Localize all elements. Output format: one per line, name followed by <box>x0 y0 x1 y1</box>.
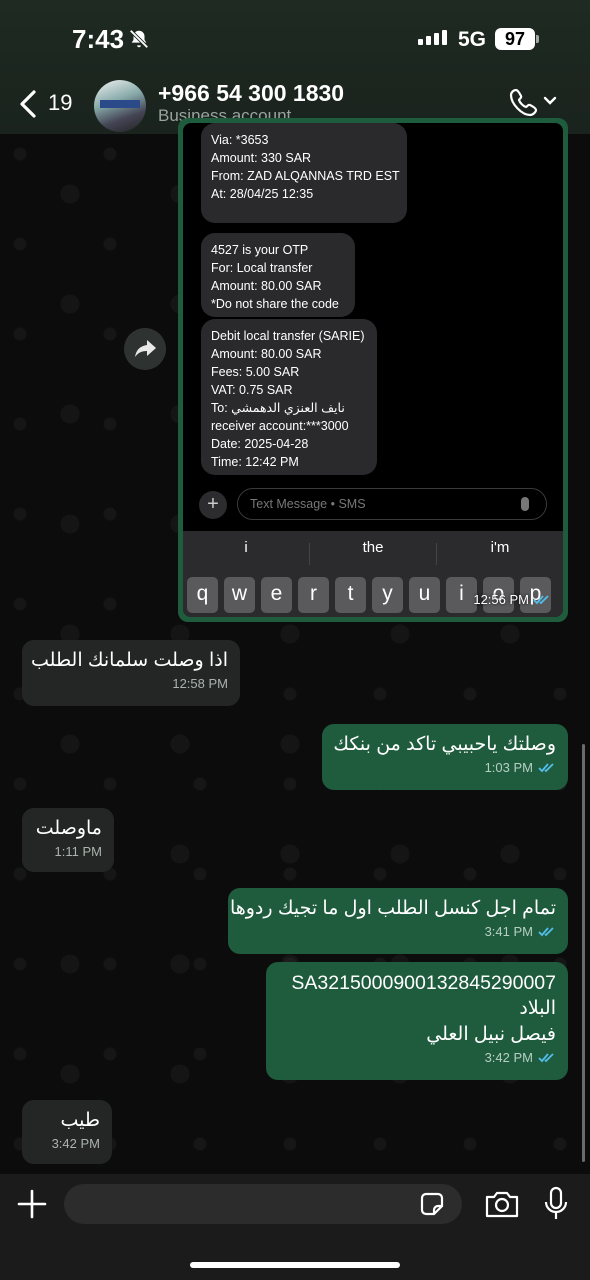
message-outgoing[interactable]: وصلتك ياحبيبي تاكد من بنكك 1:03 PM <box>322 724 568 790</box>
sms-input: Text Message • SMS <box>237 488 547 520</box>
message-text: ماوصلت <box>35 818 102 839</box>
sms-line: For: Local transfer <box>211 261 313 275</box>
voice-call-icon[interactable] <box>508 86 562 118</box>
sms-line: Time: 12:42 PM <box>211 455 299 469</box>
sms-input-row: + Text Message • SMS <box>183 485 563 525</box>
message-time: 3:41 PM <box>484 924 533 939</box>
sms-line: receiver account:***3000 <box>211 419 349 433</box>
key: e <box>261 577 292 613</box>
message-time: 3:42 PM <box>484 1050 533 1065</box>
message-meta: 3:42 PM <box>34 1136 100 1151</box>
forward-icon[interactable] <box>124 328 166 370</box>
message-meta: 1:11 PM <box>34 844 102 859</box>
unread-count[interactable]: 19 <box>48 90 72 116</box>
sms-bubble-2: 4527 is your OTP For: Local transfer Amo… <box>201 233 355 317</box>
key: w <box>224 577 255 613</box>
sms-plus-icon: + <box>199 491 227 519</box>
message-input[interactable] <box>64 1184 462 1224</box>
sms-line: 4527 is your OTP <box>211 243 309 257</box>
battery-tip <box>536 35 539 43</box>
battery-icon: 97 <box>495 28 535 50</box>
message-incoming[interactable]: ماوصلت 1:11 PM <box>22 808 114 872</box>
status-time: 7:43 <box>72 24 125 54</box>
message-meta: 3:42 PM <box>278 1050 556 1065</box>
message-time: 12:58 PM <box>172 676 228 691</box>
sms-line: Amount: 80.00 SAR <box>211 347 322 361</box>
message-time: 12:56 PM <box>473 592 529 607</box>
plus-icon[interactable] <box>16 1188 48 1220</box>
message-meta: 12:56 PM <box>473 592 551 607</box>
shared-screenshot: Via: *3653 Amount: 330 SAR From: ZAD ALQ… <box>183 123 563 617</box>
message-meta: 12:58 PM <box>34 676 228 691</box>
image-message[interactable]: Via: *3653 Amount: 330 SAR From: ZAD ALQ… <box>178 118 568 622</box>
read-ticks-icon <box>538 763 554 773</box>
contact-name[interactable]: +966 54 300 1830 <box>158 80 344 107</box>
sms-line: *Do not share the code <box>211 297 339 311</box>
sms-line: VAT: 0.75 SAR <box>211 383 293 397</box>
suggestion: the <box>362 539 384 556</box>
message-incoming[interactable]: طيب 3:42 PM <box>22 1100 112 1164</box>
sticker-icon[interactable] <box>418 1190 446 1218</box>
sms-mic-icon <box>521 497 529 511</box>
read-ticks-icon <box>538 1053 554 1063</box>
sms-bubble-1: Via: *3653 Amount: 330 SAR From: ZAD ALQ… <box>201 123 407 223</box>
key: y <box>372 577 403 613</box>
bell-off-icon <box>129 29 149 49</box>
top-bar: 7:43 5G 97 19 +966 54 300 1830 Business … <box>0 0 590 134</box>
message-text: وصلتك ياحبيبي تاكد من بنكك <box>333 734 556 755</box>
key: u <box>409 577 440 613</box>
message-text: تمام اجل كنسل الطلب اول ما تجيك ردوها <box>229 898 556 919</box>
sms-bubble-3: Debit local transfer (SARIE) Amount: 80.… <box>201 319 377 475</box>
message-time: 3:42 PM <box>51 1136 100 1151</box>
key: q <box>187 577 218 613</box>
sms-line: Amount: 330 SAR <box>211 151 312 165</box>
scrollbar[interactable] <box>582 744 585 1162</box>
message-text: اذا وصلت سلمانك الطلب <box>31 650 228 671</box>
sms-line: Debit local transfer (SARIE) <box>211 329 365 343</box>
network-type: 5G <box>458 28 487 51</box>
message-text: البلاد <box>519 998 556 1019</box>
camera-icon[interactable] <box>484 1188 520 1220</box>
key: r <box>298 577 329 613</box>
home-indicator <box>190 1262 400 1268</box>
sms-line: At: 28/04/25 12:35 <box>211 187 314 201</box>
message-meta: 1:03 PM <box>334 760 556 775</box>
message-outgoing[interactable]: تمام اجل كنسل الطلب اول ما تجيك ردوها 3:… <box>228 888 568 954</box>
message-text: فيصل نبيل العلي <box>426 1024 556 1045</box>
message-text: SA3215000900132845290007 <box>291 972 556 994</box>
sms-line: From: ZAD ALQANNAS TRD EST <box>211 169 400 183</box>
sms-line: Fees: 5.00 SAR <box>211 365 300 379</box>
back-chevron-icon[interactable] <box>14 86 44 122</box>
read-ticks-icon <box>533 595 549 605</box>
message-outgoing[interactable]: SA3215000900132845290007 البلاد فيصل نبي… <box>266 962 568 1080</box>
avatar[interactable] <box>94 80 146 132</box>
sms-line: To: نايف العنزي الدهمشي <box>211 401 345 415</box>
suggestion: i <box>244 539 248 556</box>
sms-line: Via: *3653 <box>211 133 269 147</box>
suggestion: i'm <box>490 539 510 556</box>
sms-line: Date: 2025-04-28 <box>211 437 309 451</box>
message-meta: 3:41 PM <box>240 924 556 939</box>
composer-bar <box>0 1174 590 1280</box>
message-time: 1:11 PM <box>54 844 102 859</box>
message-time: 1:03 PM <box>484 760 533 775</box>
key: t <box>335 577 366 613</box>
message-text: طيب <box>60 1110 100 1131</box>
read-ticks-icon <box>538 927 554 937</box>
message-incoming[interactable]: اذا وصلت سلمانك الطلب 12:58 PM <box>22 640 240 706</box>
signal-icon <box>418 30 447 45</box>
mic-icon[interactable] <box>542 1186 570 1222</box>
sms-line: Amount: 80.00 SAR <box>211 279 322 293</box>
